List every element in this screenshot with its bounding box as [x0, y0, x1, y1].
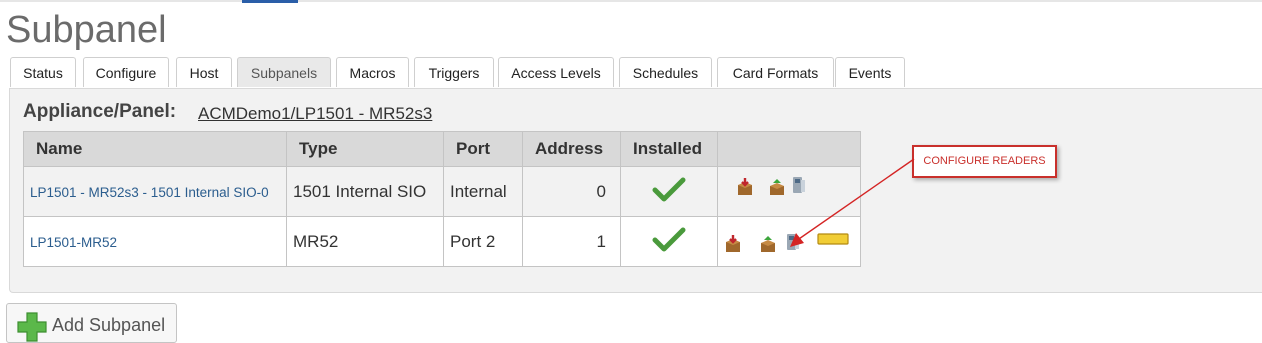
tab-schedules[interactable]: Schedules [619, 57, 712, 87]
subpanel-port: Port 2 [443, 216, 523, 267]
checkmark-icon [652, 177, 686, 202]
installed-cell [620, 166, 718, 217]
appliance-panel-link[interactable]: ACMDemo1/LP1501 - MR52s3 [198, 104, 432, 124]
tab-events[interactable]: Events [835, 57, 905, 87]
top-rule [0, 0, 1262, 2]
table-row: LP1501 - MR52s3 - 1501 Internal SIO-0 15… [23, 166, 861, 217]
subpanel-table: Name Type Port Address Installed LP1501 … [23, 131, 861, 267]
tab-macros[interactable]: Macros [336, 57, 409, 87]
column-header-port[interactable]: Port [443, 131, 523, 167]
column-header-address[interactable]: Address [522, 131, 621, 167]
callout-arrow [790, 158, 915, 247]
column-header-type[interactable]: Type [286, 131, 444, 167]
subpanel-port: Internal [443, 166, 523, 217]
tab-subpanels[interactable]: Subpanels [237, 57, 331, 87]
subpanel-address: 1 [522, 216, 621, 267]
subpanel-name-cell: LP1501-MR52 [23, 216, 287, 267]
subpanel-type: MR52 [286, 216, 444, 267]
tab-configure[interactable]: Configure [83, 57, 169, 87]
tab-status[interactable]: Status [10, 57, 76, 87]
configure-readers-callout: CONFIGURE READERS [912, 145, 1057, 178]
add-subpanel-label: Add Subpanel [52, 315, 166, 335]
plus-icon [17, 312, 47, 342]
uninstall-box-icon[interactable] [736, 178, 754, 196]
column-header-installed[interactable]: Installed [620, 131, 718, 167]
tab-host[interactable]: Host [176, 57, 232, 87]
tab-triggers[interactable]: Triggers [414, 57, 494, 87]
top-accent-bar [242, 0, 298, 3]
page-title: Subpanel [6, 9, 167, 51]
subpanel-address: 0 [522, 166, 621, 217]
tab-access-levels[interactable]: Access Levels [498, 57, 614, 87]
install-box-icon[interactable] [759, 235, 777, 253]
tab-card-formats[interactable]: Card Formats [717, 57, 834, 87]
subpanel-name-link[interactable]: LP1501 - MR52s3 - 1501 Internal SIO-0 [30, 185, 269, 200]
appliance-label: Appliance/Panel: [23, 101, 177, 122]
table-row: LP1501-MR52 MR52 Port 2 1 [23, 216, 861, 267]
subpanel-name-link[interactable]: LP1501-MR52 [30, 235, 117, 250]
subpanel-type: 1501 Internal SIO [286, 166, 444, 217]
uninstall-box-icon[interactable] [724, 235, 742, 253]
add-subpanel-button[interactable]: Add Subpanel [6, 303, 177, 343]
column-header-name[interactable]: Name [23, 131, 287, 167]
subpanel-name-cell: LP1501 - MR52s3 - 1501 Internal SIO-0 [23, 166, 287, 217]
installed-cell [620, 216, 718, 267]
checkmark-icon [652, 227, 686, 252]
